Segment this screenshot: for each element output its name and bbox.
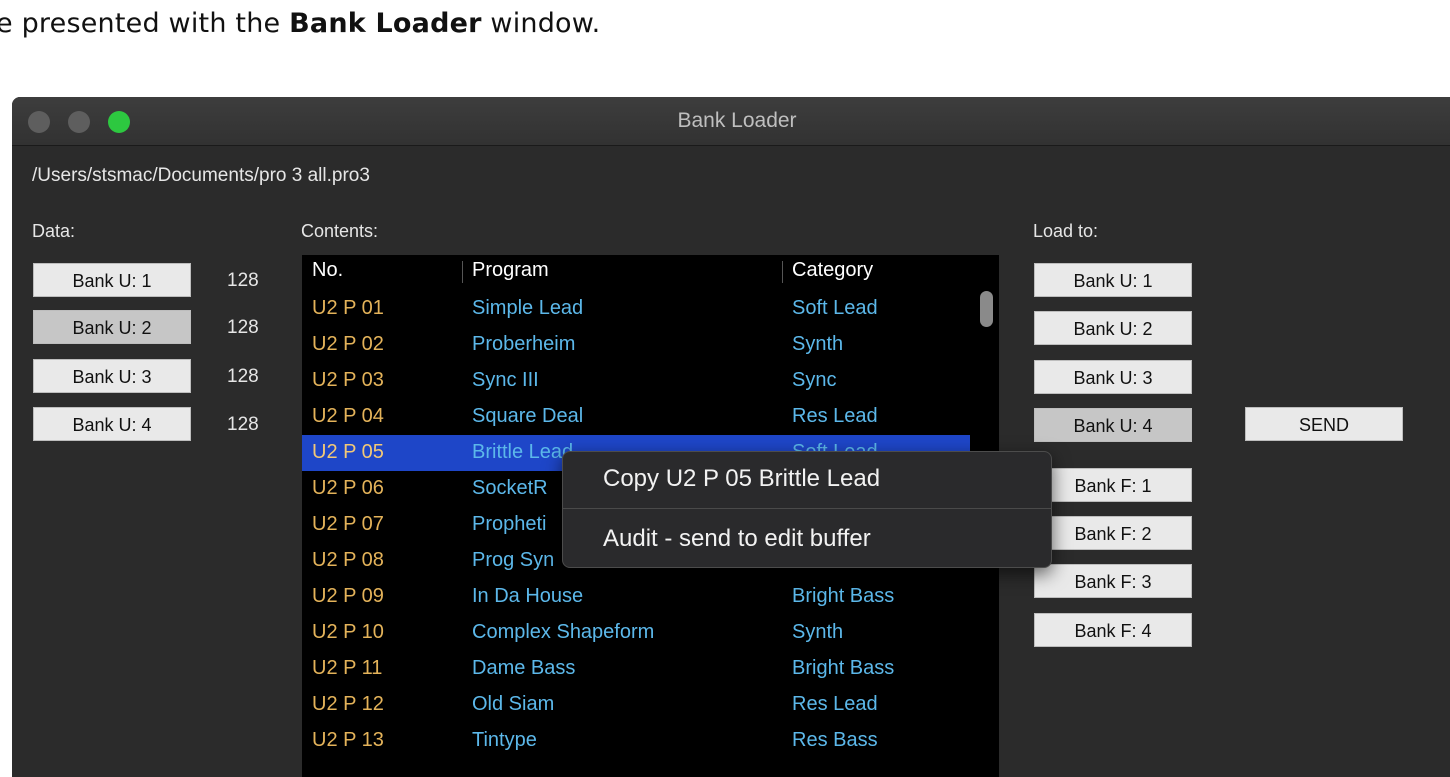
row-category: Bright Bass bbox=[792, 585, 895, 607]
data-bank-u2-button[interactable]: Bank U: 2 bbox=[33, 310, 191, 344]
row-category: Synth bbox=[792, 621, 844, 643]
load-bank-u1-button[interactable]: Bank U: 1 bbox=[1034, 263, 1192, 297]
table-row[interactable]: U2 P 12 Old Siam Res Lead bbox=[302, 687, 970, 723]
row-category: Synth bbox=[792, 333, 844, 355]
table-row[interactable]: U2 P 09 In Da House Bright Bass bbox=[302, 579, 970, 615]
row-program: In Da House bbox=[472, 585, 584, 607]
row-program: SocketR bbox=[472, 477, 548, 499]
row-program: Tintype bbox=[472, 729, 537, 751]
row-program: Dame Bass bbox=[472, 657, 576, 679]
row-number: U2 P 01 bbox=[312, 297, 384, 319]
row-category: Soft Lead bbox=[792, 297, 878, 319]
row-program: Old Siam bbox=[472, 693, 555, 715]
load-bank-f2-button[interactable]: Bank F: 2 bbox=[1034, 516, 1192, 550]
row-program: Brittle Lead bbox=[472, 441, 574, 463]
bank-loader-window: Bank Loader /Users/stsmac/Documents/pro … bbox=[12, 97, 1450, 777]
send-button[interactable]: SEND bbox=[1245, 407, 1403, 441]
load-bank-u4-button[interactable]: Bank U: 4 bbox=[1034, 408, 1192, 442]
row-number: U2 P 08 bbox=[312, 549, 384, 571]
row-program: Propheti bbox=[472, 513, 547, 535]
row-category: Res Lead bbox=[792, 693, 878, 715]
load-bank-f3-button[interactable]: Bank F: 3 bbox=[1034, 564, 1192, 598]
menu-item-copy[interactable]: Copy U2 P 05 Brittle Lead bbox=[603, 465, 880, 493]
row-category: Res Bass bbox=[792, 729, 878, 751]
data-bank-u4-button[interactable]: Bank U: 4 bbox=[33, 407, 191, 441]
caption-text-before: e presented with the bbox=[0, 8, 290, 39]
row-number: U2 P 11 bbox=[312, 657, 383, 679]
contents-label: Contents: bbox=[301, 221, 379, 241]
data-bank-u2-count: 128 bbox=[227, 317, 259, 338]
table-row[interactable]: U2 P 03 Sync III Sync bbox=[302, 363, 970, 399]
row-number: U2 P 03 bbox=[312, 369, 384, 391]
menu-divider bbox=[563, 508, 1051, 509]
data-bank-u1-button[interactable]: Bank U: 1 bbox=[33, 263, 191, 297]
load-bank-u3-button[interactable]: Bank U: 3 bbox=[1034, 360, 1192, 394]
row-number: U2 P 04 bbox=[312, 405, 384, 427]
load-to-label: Load to: bbox=[1033, 221, 1099, 241]
table-header: No. Program Category bbox=[302, 255, 999, 289]
row-program: Proberheim bbox=[472, 333, 576, 355]
table-row[interactable]: U2 P 11 Dame Bass Bright Bass bbox=[302, 651, 970, 687]
window-title: Bank Loader bbox=[677, 109, 797, 132]
row-number: U2 P 12 bbox=[312, 693, 384, 715]
table-row[interactable]: U2 P 01 Simple Lead Soft Lead bbox=[302, 291, 970, 327]
title-bar[interactable]: Bank Loader bbox=[12, 97, 1450, 146]
row-category: Sync bbox=[792, 369, 837, 391]
table-row[interactable]: U2 P 13 Tintype Res Bass bbox=[302, 723, 970, 759]
row-number: U2 P 05 bbox=[312, 441, 384, 463]
row-number: U2 P 06 bbox=[312, 477, 384, 499]
column-header-no[interactable]: No. bbox=[312, 259, 343, 282]
data-bank-u3-button[interactable]: Bank U: 3 bbox=[33, 359, 191, 393]
column-divider bbox=[462, 261, 463, 283]
load-bank-f1-button[interactable]: Bank F: 1 bbox=[1034, 468, 1192, 502]
row-program: Simple Lead bbox=[472, 297, 584, 319]
row-number: U2 P 02 bbox=[312, 333, 384, 355]
load-bank-u2-button[interactable]: Bank U: 2 bbox=[1034, 311, 1192, 345]
caption-text-after: window. bbox=[481, 8, 601, 39]
table-row[interactable]: U2 P 04 Square Deal Res Lead bbox=[302, 399, 970, 435]
caption-bold-text: Bank Loader bbox=[289, 8, 482, 39]
menu-item-audit[interactable]: Audit - send to edit buffer bbox=[603, 525, 871, 553]
row-program: Prog Syn bbox=[472, 549, 555, 571]
file-path: /Users/stsmac/Documents/pro 3 all.pro3 bbox=[32, 165, 370, 186]
row-program: Sync III bbox=[472, 369, 539, 391]
table-row[interactable]: U2 P 02 Proberheim Synth bbox=[302, 327, 970, 363]
table-row[interactable]: U2 P 10 Complex Shapeform Synth bbox=[302, 615, 970, 651]
row-category: Res Lead bbox=[792, 405, 878, 427]
data-bank-u1-count: 128 bbox=[227, 270, 259, 291]
row-number: U2 P 09 bbox=[312, 585, 384, 607]
row-program: Complex Shapeform bbox=[472, 621, 655, 643]
load-bank-f4-button[interactable]: Bank F: 4 bbox=[1034, 613, 1192, 647]
column-header-program[interactable]: Program bbox=[472, 259, 549, 282]
data-label: Data: bbox=[32, 221, 76, 241]
column-divider bbox=[782, 261, 783, 283]
table-scrollbar-thumb[interactable] bbox=[980, 291, 993, 327]
row-number: U2 P 10 bbox=[312, 621, 384, 643]
row-program: Square Deal bbox=[472, 405, 584, 427]
row-number: U2 P 07 bbox=[312, 513, 384, 535]
document-caption: e presented with the Bank Loader window. bbox=[0, 8, 600, 39]
data-bank-u4-count: 128 bbox=[227, 414, 259, 435]
row-category: Bright Bass bbox=[792, 657, 895, 679]
data-bank-u3-count: 128 bbox=[227, 366, 259, 387]
column-header-category[interactable]: Category bbox=[792, 259, 873, 282]
row-number: U2 P 13 bbox=[312, 729, 384, 751]
context-menu: Copy U2 P 05 Brittle Lead Audit - send t… bbox=[562, 451, 1052, 568]
